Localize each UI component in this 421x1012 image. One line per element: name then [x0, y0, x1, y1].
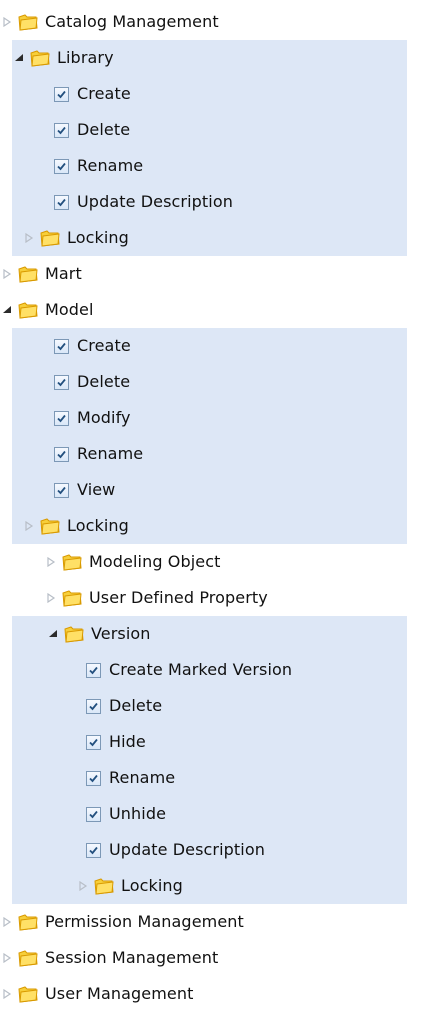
folder-icon [18, 913, 38, 931]
tree-item-version-unhide[interactable]: Unhide [12, 796, 407, 832]
tree-item-model-locking[interactable]: Locking [12, 508, 407, 544]
collapsed-triangle-icon[interactable] [44, 555, 58, 569]
tree-item-label: Version [91, 624, 151, 643]
tree-item-modeling-object[interactable]: Modeling Object [0, 544, 421, 580]
tree-item-label: Catalog Management [45, 12, 219, 31]
tree-item-version-locking[interactable]: Locking [12, 868, 407, 904]
checkbox[interactable] [54, 446, 69, 462]
permissions-tree: Catalog Management Library Create Delete… [0, 0, 421, 1012]
checkbox[interactable] [54, 482, 69, 498]
tree-item-version-rename[interactable]: Rename [12, 760, 407, 796]
tree-item-model-create[interactable]: Create [12, 328, 407, 364]
checkbox[interactable] [54, 194, 69, 210]
tree-item-version[interactable]: Version [12, 616, 407, 652]
folder-icon [40, 229, 60, 247]
collapsed-triangle-icon[interactable] [76, 879, 90, 893]
tree-item-label: Delete [109, 696, 163, 715]
tree-item-mart[interactable]: Mart [0, 256, 421, 292]
tree-item-label: Create Marked Version [109, 660, 293, 679]
tree-item-library-create[interactable]: Create [12, 76, 407, 112]
tree-item-user-management[interactable]: User Management [0, 976, 421, 1012]
tree-item-library-update-description[interactable]: Update Description [12, 184, 407, 220]
tree-item-library-locking[interactable]: Locking [12, 220, 407, 256]
collapsed-triangle-icon[interactable] [44, 591, 58, 605]
tree-item-version-hide[interactable]: Hide [12, 724, 407, 760]
collapsed-triangle-icon[interactable] [0, 951, 14, 965]
folder-icon [94, 877, 114, 895]
checkbox[interactable] [86, 770, 101, 786]
tree-item-session-management[interactable]: Session Management [0, 940, 421, 976]
checkbox[interactable] [54, 86, 69, 102]
tree-item-label: View [77, 480, 116, 499]
tree-item-catalog-management[interactable]: Catalog Management [0, 4, 421, 40]
tree-item-label: Rename [77, 156, 144, 175]
tree-item-label: Locking [121, 876, 183, 895]
collapsed-triangle-icon[interactable] [22, 231, 36, 245]
tree-item-label: Session Management [45, 948, 219, 967]
collapsed-triangle-icon[interactable] [0, 915, 14, 929]
tree-item-label: Update Description [77, 192, 233, 211]
collapsed-triangle-icon[interactable] [0, 987, 14, 1001]
checkbox[interactable] [86, 662, 101, 678]
checkbox[interactable] [54, 410, 69, 426]
checkbox[interactable] [54, 338, 69, 354]
tree-item-label: Locking [67, 516, 129, 535]
folder-icon [18, 949, 38, 967]
checkbox[interactable] [86, 734, 101, 750]
expanded-triangle-icon[interactable] [46, 627, 60, 641]
tree-item-label: Delete [77, 120, 131, 139]
tree-item-label: Library [57, 48, 114, 67]
tree-item-user-defined-property[interactable]: User Defined Property [0, 580, 421, 616]
checkbox[interactable] [86, 806, 101, 822]
expanded-triangle-icon[interactable] [0, 303, 14, 317]
checkbox[interactable] [54, 158, 69, 174]
collapsed-triangle-icon[interactable] [0, 15, 14, 29]
checkbox[interactable] [86, 842, 101, 858]
tree-item-label: Modify [77, 408, 131, 427]
tree-item-label: Model [45, 300, 94, 319]
checkbox[interactable] [54, 122, 69, 138]
folder-icon [40, 517, 60, 535]
tree-item-model-modify[interactable]: Modify [12, 400, 407, 436]
tree-item-label: Update Description [109, 840, 265, 859]
tree-item-label: Permission Management [45, 912, 244, 931]
tree-item-label: User Management [45, 984, 194, 1003]
folder-icon [18, 13, 38, 31]
checkbox[interactable] [54, 374, 69, 390]
tree-item-label: User Defined Property [89, 588, 268, 607]
collapsed-triangle-icon[interactable] [0, 267, 14, 281]
tree-item-label: Create [77, 336, 131, 355]
expanded-triangle-icon[interactable] [12, 51, 26, 65]
tree-item-label: Locking [67, 228, 129, 247]
tree-item-library[interactable]: Library [12, 40, 407, 76]
folder-icon [18, 265, 38, 283]
tree-item-version-update-description[interactable]: Update Description [12, 832, 407, 868]
tree-item-library-rename[interactable]: Rename [12, 148, 407, 184]
tree-item-version-delete[interactable]: Delete [12, 688, 407, 724]
folder-icon [62, 553, 82, 571]
tree-item-version-create-marked-version[interactable]: Create Marked Version [12, 652, 407, 688]
folder-icon [30, 49, 50, 67]
tree-item-model[interactable]: Model [0, 292, 421, 328]
folder-icon [62, 589, 82, 607]
tree-item-model-view[interactable]: View [12, 472, 407, 508]
tree-item-model-rename[interactable]: Rename [12, 436, 407, 472]
folder-icon [64, 625, 84, 643]
tree-item-model-delete[interactable]: Delete [12, 364, 407, 400]
folder-icon [18, 301, 38, 319]
tree-item-library-delete[interactable]: Delete [12, 112, 407, 148]
tree-item-label: Create [77, 84, 131, 103]
collapsed-triangle-icon[interactable] [22, 519, 36, 533]
tree-item-label: Unhide [109, 804, 167, 823]
checkbox[interactable] [86, 698, 101, 714]
tree-item-label: Modeling Object [89, 552, 221, 571]
folder-icon [18, 985, 38, 1003]
tree-item-label: Rename [77, 444, 144, 463]
tree-item-label: Rename [109, 768, 176, 787]
tree-item-label: Hide [109, 732, 146, 751]
tree-item-label: Mart [45, 264, 82, 283]
tree-item-label: Delete [77, 372, 131, 391]
tree-item-permission-management[interactable]: Permission Management [0, 904, 421, 940]
